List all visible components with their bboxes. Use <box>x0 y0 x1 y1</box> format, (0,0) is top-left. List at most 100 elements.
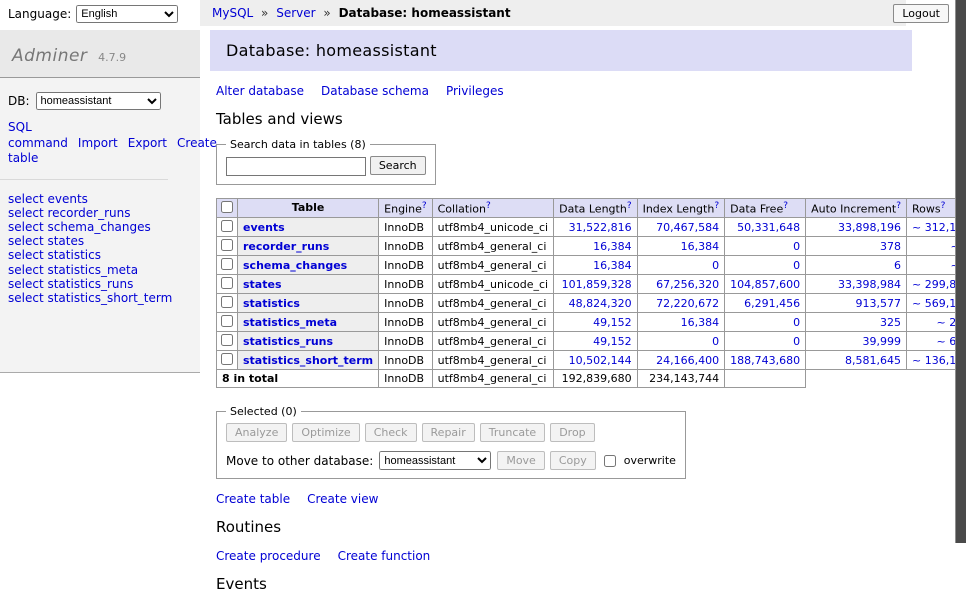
index-length-link[interactable]: 72,220,672 <box>656 297 719 310</box>
sidebar-select-link[interactable]: select schema_changes <box>8 220 192 234</box>
data-free-link[interactable]: 0 <box>793 316 800 329</box>
logout-button[interactable]: Logout <box>893 4 949 23</box>
database-action-link[interactable]: Alter database <box>216 84 304 98</box>
data-length-link[interactable]: 16,384 <box>593 240 632 253</box>
row-select-checkbox[interactable] <box>221 239 233 251</box>
vertical-scrollbar[interactable] <box>955 0 966 543</box>
sidebar-action-link[interactable]: SQL command <box>8 120 68 150</box>
drop-button[interactable]: Drop <box>550 423 594 442</box>
table-name-link[interactable]: events <box>243 221 285 234</box>
sidebar-select-link[interactable]: select statistics_runs <box>8 277 192 291</box>
index-length-link[interactable]: 0 <box>712 259 719 272</box>
auto-increment-link[interactable]: 39,999 <box>863 335 902 348</box>
data-length-link[interactable]: 48,824,320 <box>569 297 632 310</box>
database-action-link[interactable]: Database schema <box>321 84 429 98</box>
database-action-link[interactable]: Privileges <box>446 84 504 98</box>
row-select-checkbox[interactable] <box>221 296 233 308</box>
sidebar-select-link[interactable]: select states <box>8 234 192 248</box>
optimize-button[interactable]: Optimize <box>292 423 359 442</box>
row-select-checkbox[interactable] <box>221 258 233 270</box>
column-help-link[interactable]: ? <box>486 201 491 211</box>
table-name-link[interactable]: statistics_runs <box>243 335 333 348</box>
data-free-link[interactable]: 0 <box>793 240 800 253</box>
breadcrumb-link-mysql[interactable]: MySQL <box>212 6 253 20</box>
breadcrumb-link-server[interactable]: Server <box>276 6 315 20</box>
data-free-link[interactable]: 104,857,600 <box>730 278 800 291</box>
row-select-checkbox[interactable] <box>221 277 233 289</box>
auto-increment-link[interactable]: 325 <box>880 316 901 329</box>
auto-increment-link[interactable]: 33,398,984 <box>838 278 901 291</box>
row-select-checkbox[interactable] <box>221 353 233 365</box>
index-length-link[interactable]: 24,166,400 <box>656 354 719 367</box>
data-free-link[interactable]: 6,291,456 <box>744 297 800 310</box>
collation-cell: utf8mb4_general_ci <box>432 332 553 351</box>
table-name-link[interactable]: schema_changes <box>243 259 347 272</box>
auto-increment-link[interactable]: 8,581,645 <box>845 354 901 367</box>
data-free-cell: 0 <box>725 332 806 351</box>
sidebar-select-link[interactable]: select statistics_meta <box>8 263 192 277</box>
column-help-link[interactable]: ? <box>714 201 719 211</box>
auto-increment-link[interactable]: 33,898,196 <box>838 221 901 234</box>
move-button[interactable]: Move <box>497 451 545 470</box>
table-name-link[interactable]: recorder_runs <box>243 240 329 253</box>
index-length-link[interactable]: 0 <box>712 335 719 348</box>
data-length-cell: 16,384 <box>554 256 637 275</box>
copy-button[interactable]: Copy <box>550 451 596 470</box>
column-help-link[interactable]: ? <box>783 201 788 211</box>
select-all-checkbox[interactable] <box>221 201 233 213</box>
index-length-link[interactable]: 67,256,320 <box>656 278 719 291</box>
check-button[interactable]: Check <box>365 423 417 442</box>
overwrite-checkbox[interactable] <box>604 455 616 467</box>
column-help-link[interactable]: ? <box>896 201 901 211</box>
routine-link[interactable]: Create procedure <box>216 549 321 563</box>
overwrite-label[interactable]: overwrite <box>624 454 676 467</box>
routine-link[interactable]: Create function <box>338 549 431 563</box>
sidebar-action-link[interactable]: Export <box>128 136 167 150</box>
data-free-link[interactable]: 0 <box>793 335 800 348</box>
selected-legend: Selected (0) <box>226 405 301 418</box>
repair-button[interactable]: Repair <box>422 423 475 442</box>
sidebar-select-link[interactable]: select statistics_short_term <box>8 291 192 305</box>
truncate-button[interactable]: Truncate <box>480 423 545 442</box>
table-name-link[interactable]: states <box>243 278 282 291</box>
data-length-link[interactable]: 101,859,328 <box>562 278 632 291</box>
create-link[interactable]: Create table <box>216 492 290 506</box>
scrollbar-thumb[interactable] <box>955 0 966 543</box>
column-help-link[interactable]: ? <box>627 201 632 211</box>
column-header-data-free: Data Free? <box>725 198 806 218</box>
move-db-select[interactable]: homeassistant <box>379 451 491 470</box>
analyze-button[interactable]: Analyze <box>226 423 287 442</box>
auto-increment-link[interactable]: 378 <box>880 240 901 253</box>
data-length-link[interactable]: 31,522,816 <box>569 221 632 234</box>
auto-increment-link[interactable]: 6 <box>894 259 901 272</box>
search-input[interactable] <box>226 157 366 176</box>
sidebar-select-link[interactable]: select statistics <box>8 248 192 262</box>
sidebar-action-link[interactable]: Import <box>78 136 118 150</box>
data-length-link[interactable]: 16,384 <box>593 259 632 272</box>
table-name-link[interactable]: statistics_meta <box>243 316 337 329</box>
language-select[interactable]: English <box>76 5 178 23</box>
row-select-checkbox[interactable] <box>221 315 233 327</box>
table-name-link[interactable]: statistics_short_term <box>243 354 373 367</box>
data-free-link[interactable]: 188,743,680 <box>730 354 800 367</box>
row-select-checkbox[interactable] <box>221 220 233 232</box>
index-length-link[interactable]: 16,384 <box>681 316 720 329</box>
column-help-link[interactable]: ? <box>941 201 946 211</box>
data-length-link[interactable]: 49,152 <box>593 335 632 348</box>
data-length-link[interactable]: 10,502,144 <box>569 354 632 367</box>
index-length-link[interactable]: 70,467,584 <box>656 221 719 234</box>
db-select[interactable]: homeassistant <box>36 92 161 110</box>
column-help-link[interactable]: ? <box>422 201 427 211</box>
auto-increment-link[interactable]: 913,577 <box>856 297 902 310</box>
index-length-link[interactable]: 16,384 <box>681 240 720 253</box>
search-button[interactable]: Search <box>370 156 426 175</box>
data-free-link[interactable]: 50,331,648 <box>737 221 800 234</box>
sidebar-select-link[interactable]: select recorder_runs <box>8 206 192 220</box>
row-select-checkbox[interactable] <box>221 334 233 346</box>
create-link[interactable]: Create view <box>307 492 378 506</box>
move-buttons: Move Copy <box>497 451 595 470</box>
data-length-link[interactable]: 49,152 <box>593 316 632 329</box>
data-free-link[interactable]: 0 <box>793 259 800 272</box>
table-name-link[interactable]: statistics <box>243 297 300 310</box>
sidebar-select-link[interactable]: select events <box>8 192 192 206</box>
